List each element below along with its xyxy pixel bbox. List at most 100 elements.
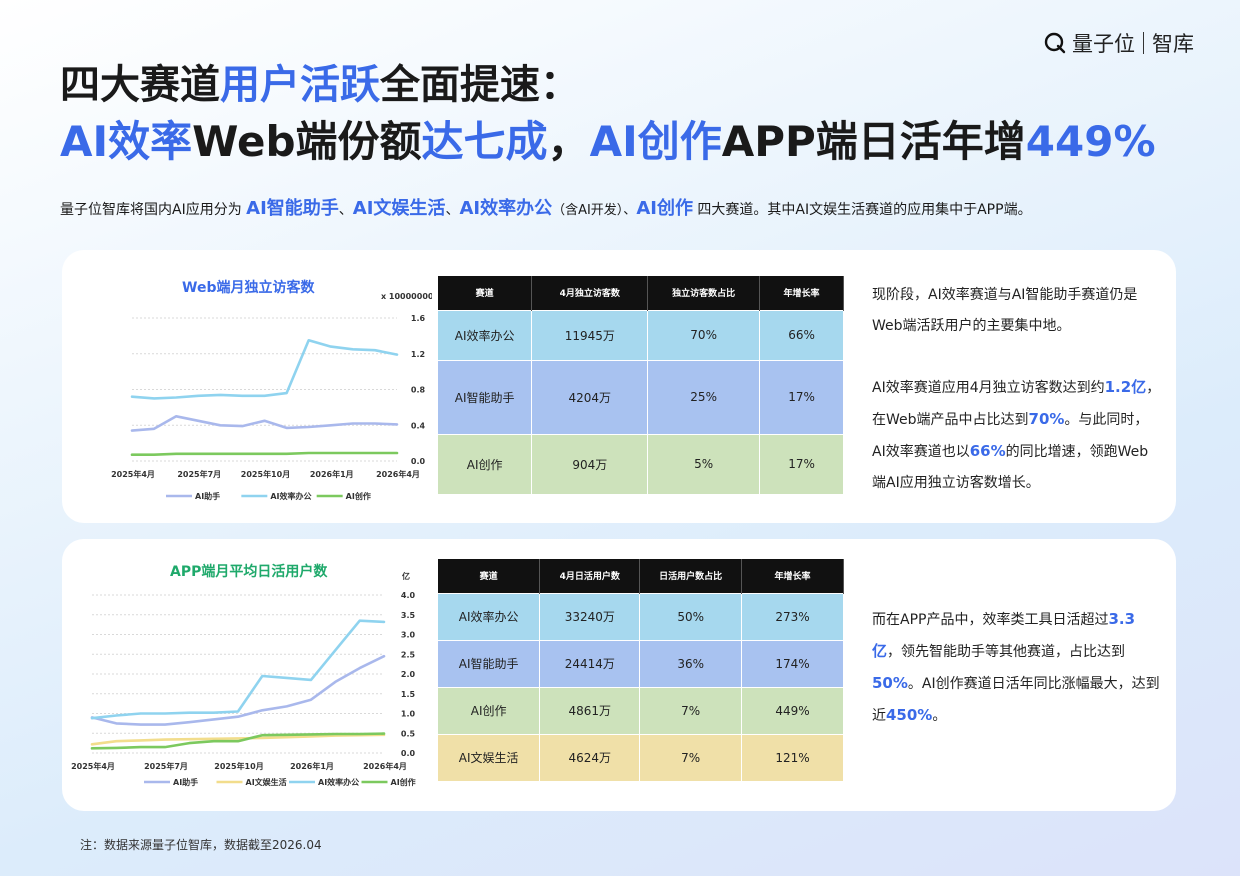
y-tick-label: 0.4 [411, 421, 426, 430]
title-highlight: 449% [1025, 117, 1156, 166]
summary-highlight: 50% [872, 674, 908, 692]
category-office: AI效率办公 [459, 198, 553, 219]
table-cell: AI效率办公 [438, 592, 541, 640]
category-entertainment: AI文娱生活 [352, 198, 446, 219]
table-header: 日活用户数占比 [639, 559, 743, 593]
app-card: APP端月平均日活用户数 0.0 0.5 1.0 1.5 2.0 2.5 3.0 3.5 4.0… [62, 539, 1176, 811]
table-cell: 4204万 [531, 359, 649, 434]
table-cell: 5% [647, 433, 761, 494]
table-cell: AI智能助手 [438, 359, 533, 434]
y-tick-label: 3.5 [401, 611, 416, 620]
table-cell: 36% [639, 639, 743, 687]
table-row: AI创作 904万 5% 17% [438, 433, 844, 494]
table-cell: 449% [741, 686, 844, 734]
q-logo-icon [1044, 32, 1066, 54]
legend-label: AI创作 [391, 777, 416, 787]
intro-sep: （含AI开发）、 [552, 203, 637, 218]
table-cell: 904万 [531, 433, 649, 494]
y-tick-label: 2.0 [401, 670, 416, 679]
x-tick-label: 2025年4月 [111, 469, 155, 479]
x-tick-label: 2025年7月 [177, 469, 221, 479]
y-axis-unit: x 100000000 [381, 292, 432, 301]
logo-divider [1143, 32, 1144, 54]
y-tick-label: 1.0 [401, 710, 416, 719]
summary-text: AI效率赛道应用4月独立访客数达到约 [872, 380, 1105, 396]
title-text: ， [547, 117, 590, 166]
title-highlight: AI效率 [60, 117, 193, 166]
summary-highlight: 450% [886, 706, 933, 724]
logo-text-part1: 量子位 [1072, 32, 1135, 56]
table-cell: AI创作 [438, 686, 541, 734]
summary-text: 。 [932, 708, 947, 724]
series-line [130, 415, 399, 432]
table-cell: 50% [639, 592, 743, 640]
table-cell: 17% [759, 433, 844, 494]
table-row: AI智能助手 24414万 36% 174% [438, 639, 844, 687]
y-tick-label: 1.5 [401, 690, 416, 699]
intro-sep: 、 [445, 202, 460, 218]
web-summary-1: 现阶段，AI效率赛道与AI智能助手赛道仍是Web端活跃用户的主要集中地。 [872, 287, 1138, 334]
y-tick-label: 1.6 [411, 314, 426, 323]
intro-pre: 量子位智库将国内AI应用分为 [60, 202, 247, 218]
legend-label: AI助手 [173, 777, 198, 787]
app-table: 赛道 4月日活用户数 日活用户数占比 年增长率 AI效率办公 33240万 50… [438, 559, 844, 781]
series-line [90, 619, 386, 720]
summary-text: ，领先智能助手等其他赛道，占比达到 [887, 644, 1126, 660]
table-cell: 33240万 [539, 592, 641, 640]
web-card: Web端月独立访客数 0.00.40.81.21.6x 100000000202… [62, 250, 1176, 523]
y-tick-label: 1.2 [411, 350, 425, 359]
table-cell: 4624万 [539, 733, 641, 781]
category-creation: AI创作 [636, 198, 693, 219]
table-cell: 7% [639, 733, 743, 781]
table-cell: 11945万 [531, 309, 649, 360]
logo-text-part2: 智库 [1152, 32, 1194, 56]
y-tick-label: 4.0 [401, 591, 416, 600]
table-cell: 25% [647, 359, 761, 434]
title-highlight: AI创作 [589, 117, 722, 166]
web-line-chart: 0.0 0.4 0.8 1.2 1.6 x 100000000 2025年4月 2025年7月… [111, 292, 432, 501]
x-tick-label: 2025年10月 [214, 761, 263, 771]
table-row: AI文娱生活 4624万 7% 121% [438, 733, 844, 781]
table-cell: 4861万 [539, 686, 641, 734]
legend-label: AI效率办公 [270, 491, 311, 501]
table-cell: 66% [759, 309, 844, 360]
summary-highlight: 70% [1028, 410, 1065, 428]
table-cell: 24414万 [539, 639, 641, 687]
legend-label: AI助手 [195, 491, 220, 501]
source-note: 注：数据来源量子位智库，数据截至2026.04 [80, 838, 322, 852]
series-line [90, 733, 386, 746]
title-highlight: 达七成 [421, 117, 548, 166]
page-title-line1: 四大赛道用户活跃全面提速： [60, 52, 580, 110]
table-row: AI智能助手 4204万 25% 17% [438, 359, 844, 434]
summary-text: 而在APP产品中，效率类工具日活超过 [872, 612, 1109, 628]
table-header: 赛道 [438, 559, 541, 593]
table-header: 4月独立访客数 [531, 276, 649, 310]
table-cell: AI智能助手 [438, 639, 541, 687]
intro-text: 量子位智库将国内AI应用分为 AI智能助手、AI文娱生活、AI效率办公（含AI开… [60, 194, 1032, 220]
intro-sep: 、 [338, 202, 353, 218]
x-tick-label: 2026年1月 [310, 469, 354, 479]
table-cell: AI创作 [438, 433, 533, 494]
table-header: 4月日活用户数 [539, 559, 641, 593]
web-table: 赛道 4月独立访客数 独立访客数占比 年增长率 AI效率办公 11945万 70… [438, 276, 844, 494]
series-line [130, 451, 399, 456]
table-cell: 273% [741, 592, 844, 640]
table-cell: 7% [639, 686, 743, 734]
title-text: APP端日活年增 [721, 117, 1026, 166]
title-text: 全面提速： [380, 62, 580, 108]
intro-post: 四大赛道。其中AI文娱生活赛道的应用集中于APP端。 [692, 202, 1032, 218]
y-axis-unit: 亿 [402, 571, 410, 581]
table-cell: 174% [741, 639, 844, 687]
x-tick-label: 2026年4月 [376, 469, 420, 479]
summary-highlight: 66% [969, 442, 1006, 460]
table-cell: 70% [647, 309, 761, 360]
y-tick-label: 2.5 [401, 650, 416, 659]
app-line-chart: 0.0 0.5 1.0 1.5 2.0 2.5 3.0 3.5 4.0 亿 2025年4月 2025年… [71, 571, 416, 787]
legend-label: AI效率办公 [318, 777, 359, 787]
table-row: AI效率办公 33240万 50% 273% [438, 592, 844, 640]
table-header: 赛道 [438, 276, 533, 310]
title-text: 四大赛道 [60, 62, 220, 108]
x-tick-label: 2025年4月 [71, 761, 115, 771]
legend-label: AI创作 [346, 491, 371, 501]
y-tick-label: 0.0 [401, 749, 416, 758]
